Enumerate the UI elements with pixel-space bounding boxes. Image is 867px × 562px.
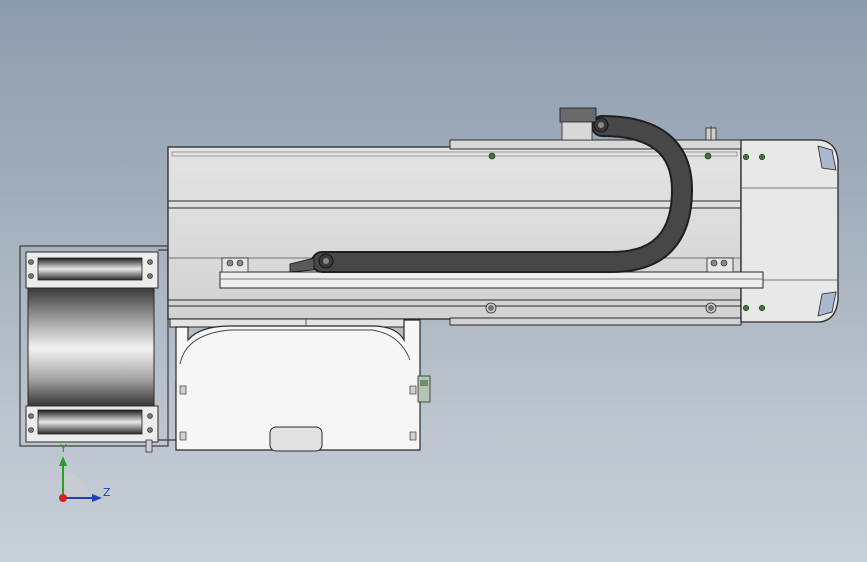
profile-body <box>167 146 742 320</box>
cad-viewport[interactable]: Y Z <box>0 0 867 562</box>
triad-z-label: Z <box>103 486 111 499</box>
triad-y-label: Y <box>59 442 67 455</box>
linear-axis-body[interactable] <box>167 146 742 320</box>
carriage-housing[interactable] <box>169 318 431 452</box>
orientation-triad[interactable]: Y Z <box>40 440 130 520</box>
triad-xz-plane <box>63 472 89 498</box>
motor-assembly[interactable] <box>19 245 189 453</box>
triad-origin <box>59 494 67 502</box>
end-cap[interactable] <box>740 139 839 323</box>
motor-body <box>27 287 155 409</box>
linear-module-model[interactable] <box>0 0 867 562</box>
